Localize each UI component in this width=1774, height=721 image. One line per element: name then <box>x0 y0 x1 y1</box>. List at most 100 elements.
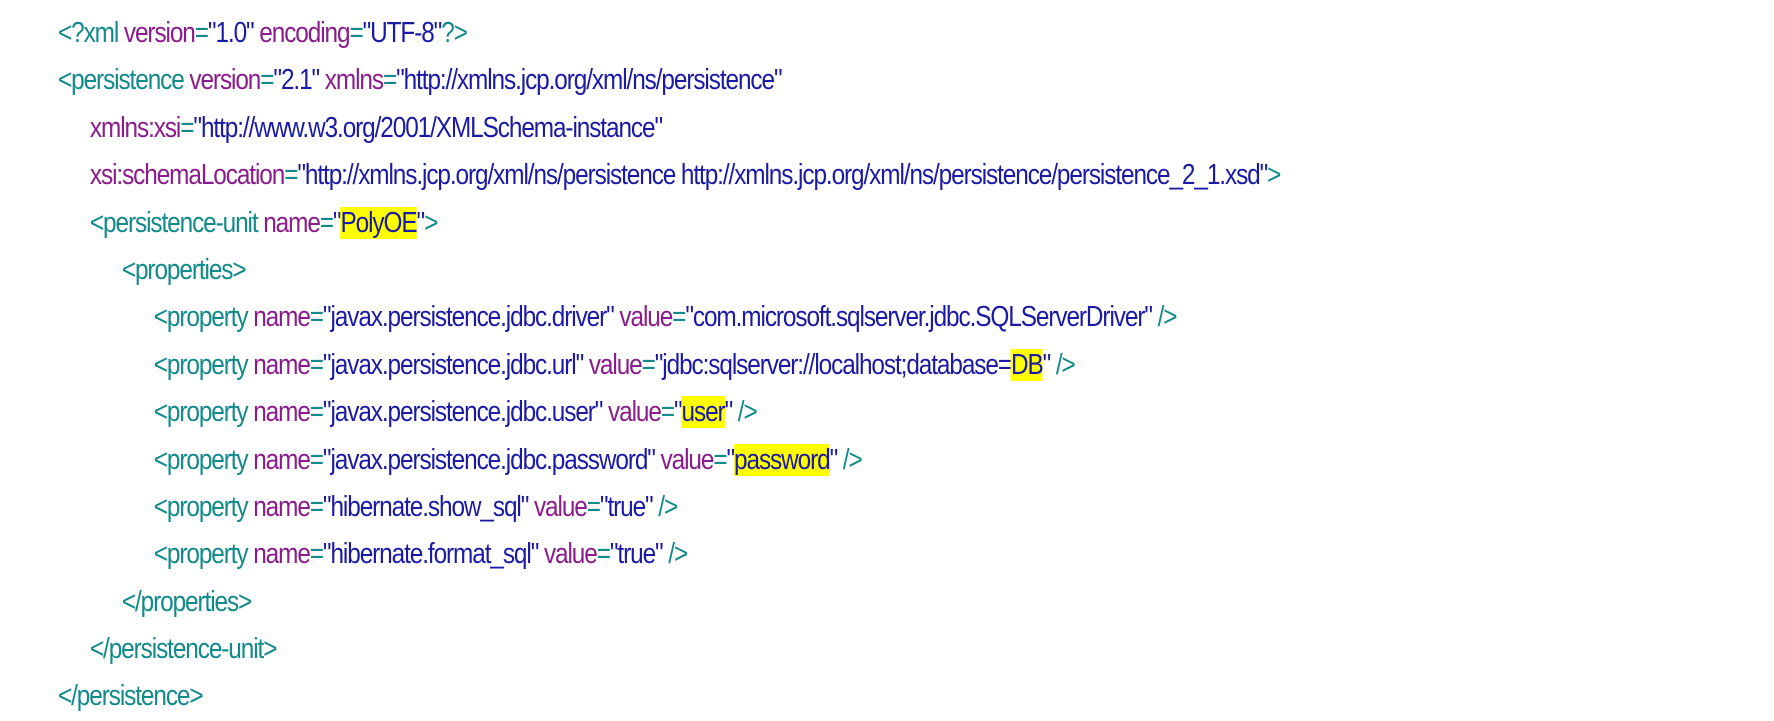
code-line: <properties> <box>58 247 1486 294</box>
xml-tag-token: /> <box>837 443 863 476</box>
xml-tag-token: <properties> <box>121 253 247 286</box>
code-line: <property name="javax.persistence.jdbc.p… <box>58 437 1486 484</box>
attribute-value-token: "true" <box>599 490 654 523</box>
attribute-name-token: value <box>588 348 643 381</box>
xml-tag-token: /> <box>1151 301 1178 334</box>
attribute-name-token: name <box>263 206 321 239</box>
xml-tag-token: /> <box>662 538 688 571</box>
xml-tag-token: <property <box>153 443 254 476</box>
code-line: <property name="javax.persistence.jdbc.u… <box>58 342 1486 389</box>
code-line: xsi:schemaLocation="http://xmlns.jcp.org… <box>58 152 1486 199</box>
xml-tag-token: <property <box>153 301 254 334</box>
attribute-name-token: value <box>619 301 673 334</box>
attribute-name-token: name <box>253 348 311 381</box>
code-line: <persistence version="2.1" xmlns="http:/… <box>58 57 1486 104</box>
equals-token: = <box>319 206 334 239</box>
xml-tag-token: > <box>1267 159 1281 192</box>
code-line: <property name="javax.persistence.jdbc.d… <box>58 294 1486 341</box>
attribute-value-token: "com.microsoft.sqlserver.jdbc.SQLServerD… <box>685 301 1153 334</box>
attribute-name-token: value <box>660 443 715 476</box>
code-line: </persistence> <box>58 673 1486 720</box>
attribute-name-token: xmlns <box>324 64 384 97</box>
attribute-value-token: " <box>829 443 839 476</box>
equals-token: = <box>672 301 686 334</box>
attribute-value-token: " <box>726 443 735 476</box>
code-line: </properties> <box>58 579 1486 626</box>
attribute-name-token: name <box>253 443 311 476</box>
xml-tag-token: </persistence-unit> <box>89 633 278 666</box>
equals-token: = <box>713 443 727 476</box>
attribute-value-token: "http://www.w3.org/2001/XMLSchema-instan… <box>193 111 663 144</box>
xml-tag-token: <property <box>153 348 254 381</box>
attribute-name-token: name <box>253 538 311 571</box>
attribute-value-token: " <box>724 396 734 429</box>
equals-token: = <box>309 443 324 476</box>
equals-token: = <box>309 538 324 571</box>
xml-tag-token: </properties> <box>121 585 252 618</box>
xml-tag-token: ?> <box>441 17 468 49</box>
code-line: <?xml version="1.0" encoding="UTF-8"?> <box>58 10 1486 57</box>
attribute-value-token: "hibernate.format_sql" <box>322 538 539 571</box>
xml-tag-token: <persistence <box>58 64 190 97</box>
xml-tag-token: > <box>424 206 438 239</box>
code-line: <property name="hibernate.format_sql" va… <box>58 531 1486 578</box>
attribute-value-token: " <box>1042 348 1052 381</box>
attribute-name-token: encoding <box>259 17 350 49</box>
attribute-name-token: version <box>123 17 196 49</box>
code-line: </persistence-unit> <box>58 626 1486 673</box>
xml-tag-token: <property <box>153 396 254 429</box>
equals-token: = <box>596 538 611 571</box>
code-line: <persistence-unit name="PolyOE"> <box>58 200 1486 247</box>
equals-token: = <box>382 64 397 97</box>
attribute-name-token: value <box>543 538 598 571</box>
xml-tag-token: /> <box>732 396 758 429</box>
equals-token: = <box>194 17 209 49</box>
attribute-value-token: " <box>416 206 426 239</box>
attribute-name-token: xmlns:xsi <box>89 111 181 144</box>
equals-token: = <box>586 490 601 523</box>
code-line: <property name="javax.persistence.jdbc.u… <box>58 389 1486 436</box>
attribute-value-token: "javax.persistence.jdbc.driver" <box>322 301 615 334</box>
attribute-name-token: name <box>253 301 311 334</box>
xml-tag-token: <?xml <box>58 17 124 49</box>
equals-token: = <box>260 64 274 97</box>
attribute-value-token: "true" <box>609 538 664 571</box>
xml-tag-token: </persistence> <box>58 680 204 713</box>
attribute-value-token: "jdbc:sqlserver://localhost;database= <box>654 348 1012 381</box>
attribute-value-token: "javax.persistence.jdbc.password" <box>322 443 656 476</box>
attribute-name-token: value <box>533 490 588 523</box>
xml-tag-token: <property <box>153 538 254 571</box>
highlighted-value-token: DB <box>1010 348 1044 381</box>
equals-token: = <box>180 111 194 144</box>
code-line: xmlns:xsi="http://www.w3.org/2001/XMLSch… <box>58 105 1486 152</box>
attribute-value-token: "javax.persistence.jdbc.url" <box>322 348 584 381</box>
attribute-value-token: "hibernate.show_sql" <box>322 490 529 523</box>
highlighted-value-token: PolyOE <box>340 206 418 239</box>
equals-token: = <box>309 301 324 334</box>
attribute-name-token: name <box>253 490 311 523</box>
attribute-value-token: "http://xmlns.jcp.org/xml/ns/persistence… <box>297 159 1268 192</box>
equals-token: = <box>284 159 298 192</box>
highlighted-value-token: user <box>681 396 726 429</box>
xml-tag-token: <persistence-unit <box>89 206 264 239</box>
xml-code-block: <?xml version="1.0" encoding="UTF-8"?> <p… <box>58 10 1486 721</box>
highlighted-value-token: password <box>734 443 831 476</box>
attribute-name-token: name <box>253 396 311 429</box>
attribute-value-token: "1.0" <box>207 17 255 49</box>
equals-token: = <box>309 396 324 429</box>
attribute-value-token: "2.1" <box>273 64 320 97</box>
xml-tag-token: /> <box>652 490 678 523</box>
code-line: <property name="hibernate.show_sql" valu… <box>58 484 1486 531</box>
equals-token: = <box>349 17 363 49</box>
xml-tag-token: /> <box>1050 348 1076 381</box>
attribute-value-token: "UTF-8" <box>362 17 443 49</box>
attribute-value-token: "http://xmlns.jcp.org/xml/ns/persistence… <box>396 64 783 97</box>
attribute-name-token: xsi:schemaLocation <box>89 159 285 192</box>
attribute-value-token: "javax.persistence.jdbc.user" <box>322 396 604 429</box>
equals-token: = <box>641 348 656 381</box>
attribute-name-token: version <box>189 64 261 97</box>
equals-token: = <box>309 490 324 523</box>
xml-tag-token: <property <box>153 490 254 523</box>
attribute-name-token: value <box>608 396 662 429</box>
equals-token: = <box>309 348 324 381</box>
